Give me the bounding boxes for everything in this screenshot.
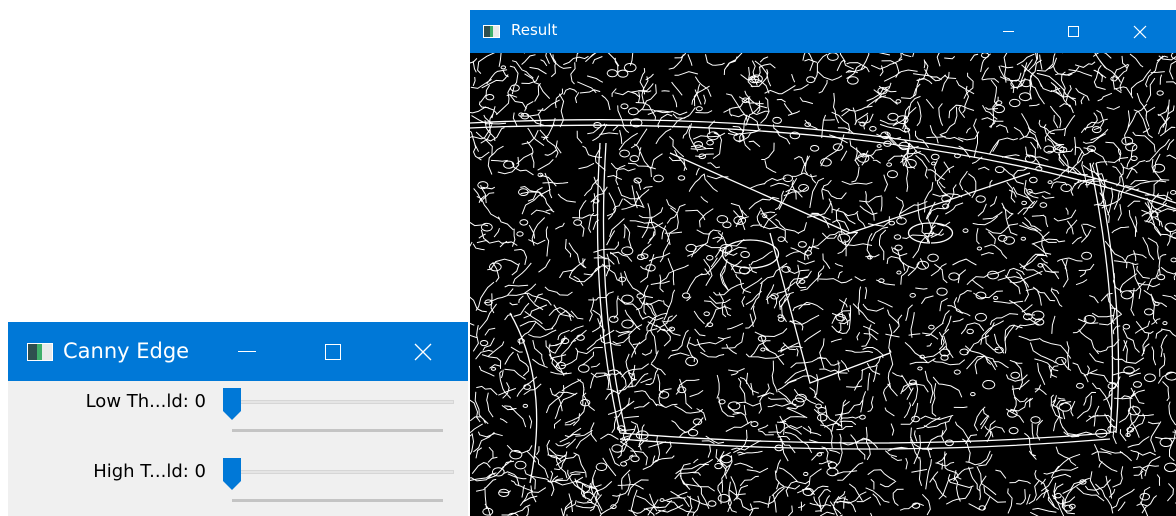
minimize-button[interactable] bbox=[212, 322, 282, 381]
close-button[interactable] bbox=[388, 322, 458, 381]
slider-track[interactable] bbox=[230, 470, 454, 474]
result-window: Result bbox=[470, 10, 1176, 516]
minimize-icon bbox=[238, 351, 256, 352]
window-title: Canny Edge bbox=[63, 339, 190, 363]
slider-tick-bar bbox=[232, 429, 443, 432]
maximize-button[interactable] bbox=[298, 322, 368, 381]
slider-thumb[interactable] bbox=[222, 387, 242, 421]
result-titlebar[interactable]: Result bbox=[470, 10, 1176, 53]
edge-contour bbox=[619, 438, 1111, 450]
trackbar-high-threshold: High T...ld: 0 bbox=[8, 451, 468, 509]
trackbar-low-threshold: Low Th...ld: 0 bbox=[8, 381, 468, 439]
app-icon bbox=[27, 343, 53, 361]
edge-map bbox=[470, 53, 1176, 516]
edge-texture bbox=[470, 53, 1176, 516]
slider-tick-bar bbox=[232, 499, 443, 502]
canny-titlebar[interactable]: Canny Edge bbox=[8, 322, 468, 381]
close-icon bbox=[1133, 25, 1147, 38]
minimize-button[interactable] bbox=[980, 10, 1036, 53]
close-button[interactable] bbox=[1112, 10, 1168, 53]
slider-track[interactable] bbox=[230, 400, 454, 404]
canny-edge-window: Canny Edge Low Th...ld: 0 High T...ld: 0 bbox=[8, 322, 468, 516]
trackbar-label: Low Th...ld: 0 bbox=[85, 391, 206, 412]
edge-contour bbox=[1095, 162, 1120, 434]
slider-thumb[interactable] bbox=[222, 457, 242, 491]
maximize-icon bbox=[1067, 26, 1079, 37]
trackbar-label: High T...ld: 0 bbox=[93, 461, 206, 482]
window-title: Result bbox=[511, 21, 558, 39]
edge-image bbox=[470, 53, 1176, 516]
close-icon bbox=[414, 343, 432, 360]
maximize-icon bbox=[325, 343, 341, 360]
maximize-button[interactable] bbox=[1045, 10, 1101, 53]
app-icon bbox=[483, 25, 500, 38]
minimize-icon bbox=[1002, 31, 1014, 32]
